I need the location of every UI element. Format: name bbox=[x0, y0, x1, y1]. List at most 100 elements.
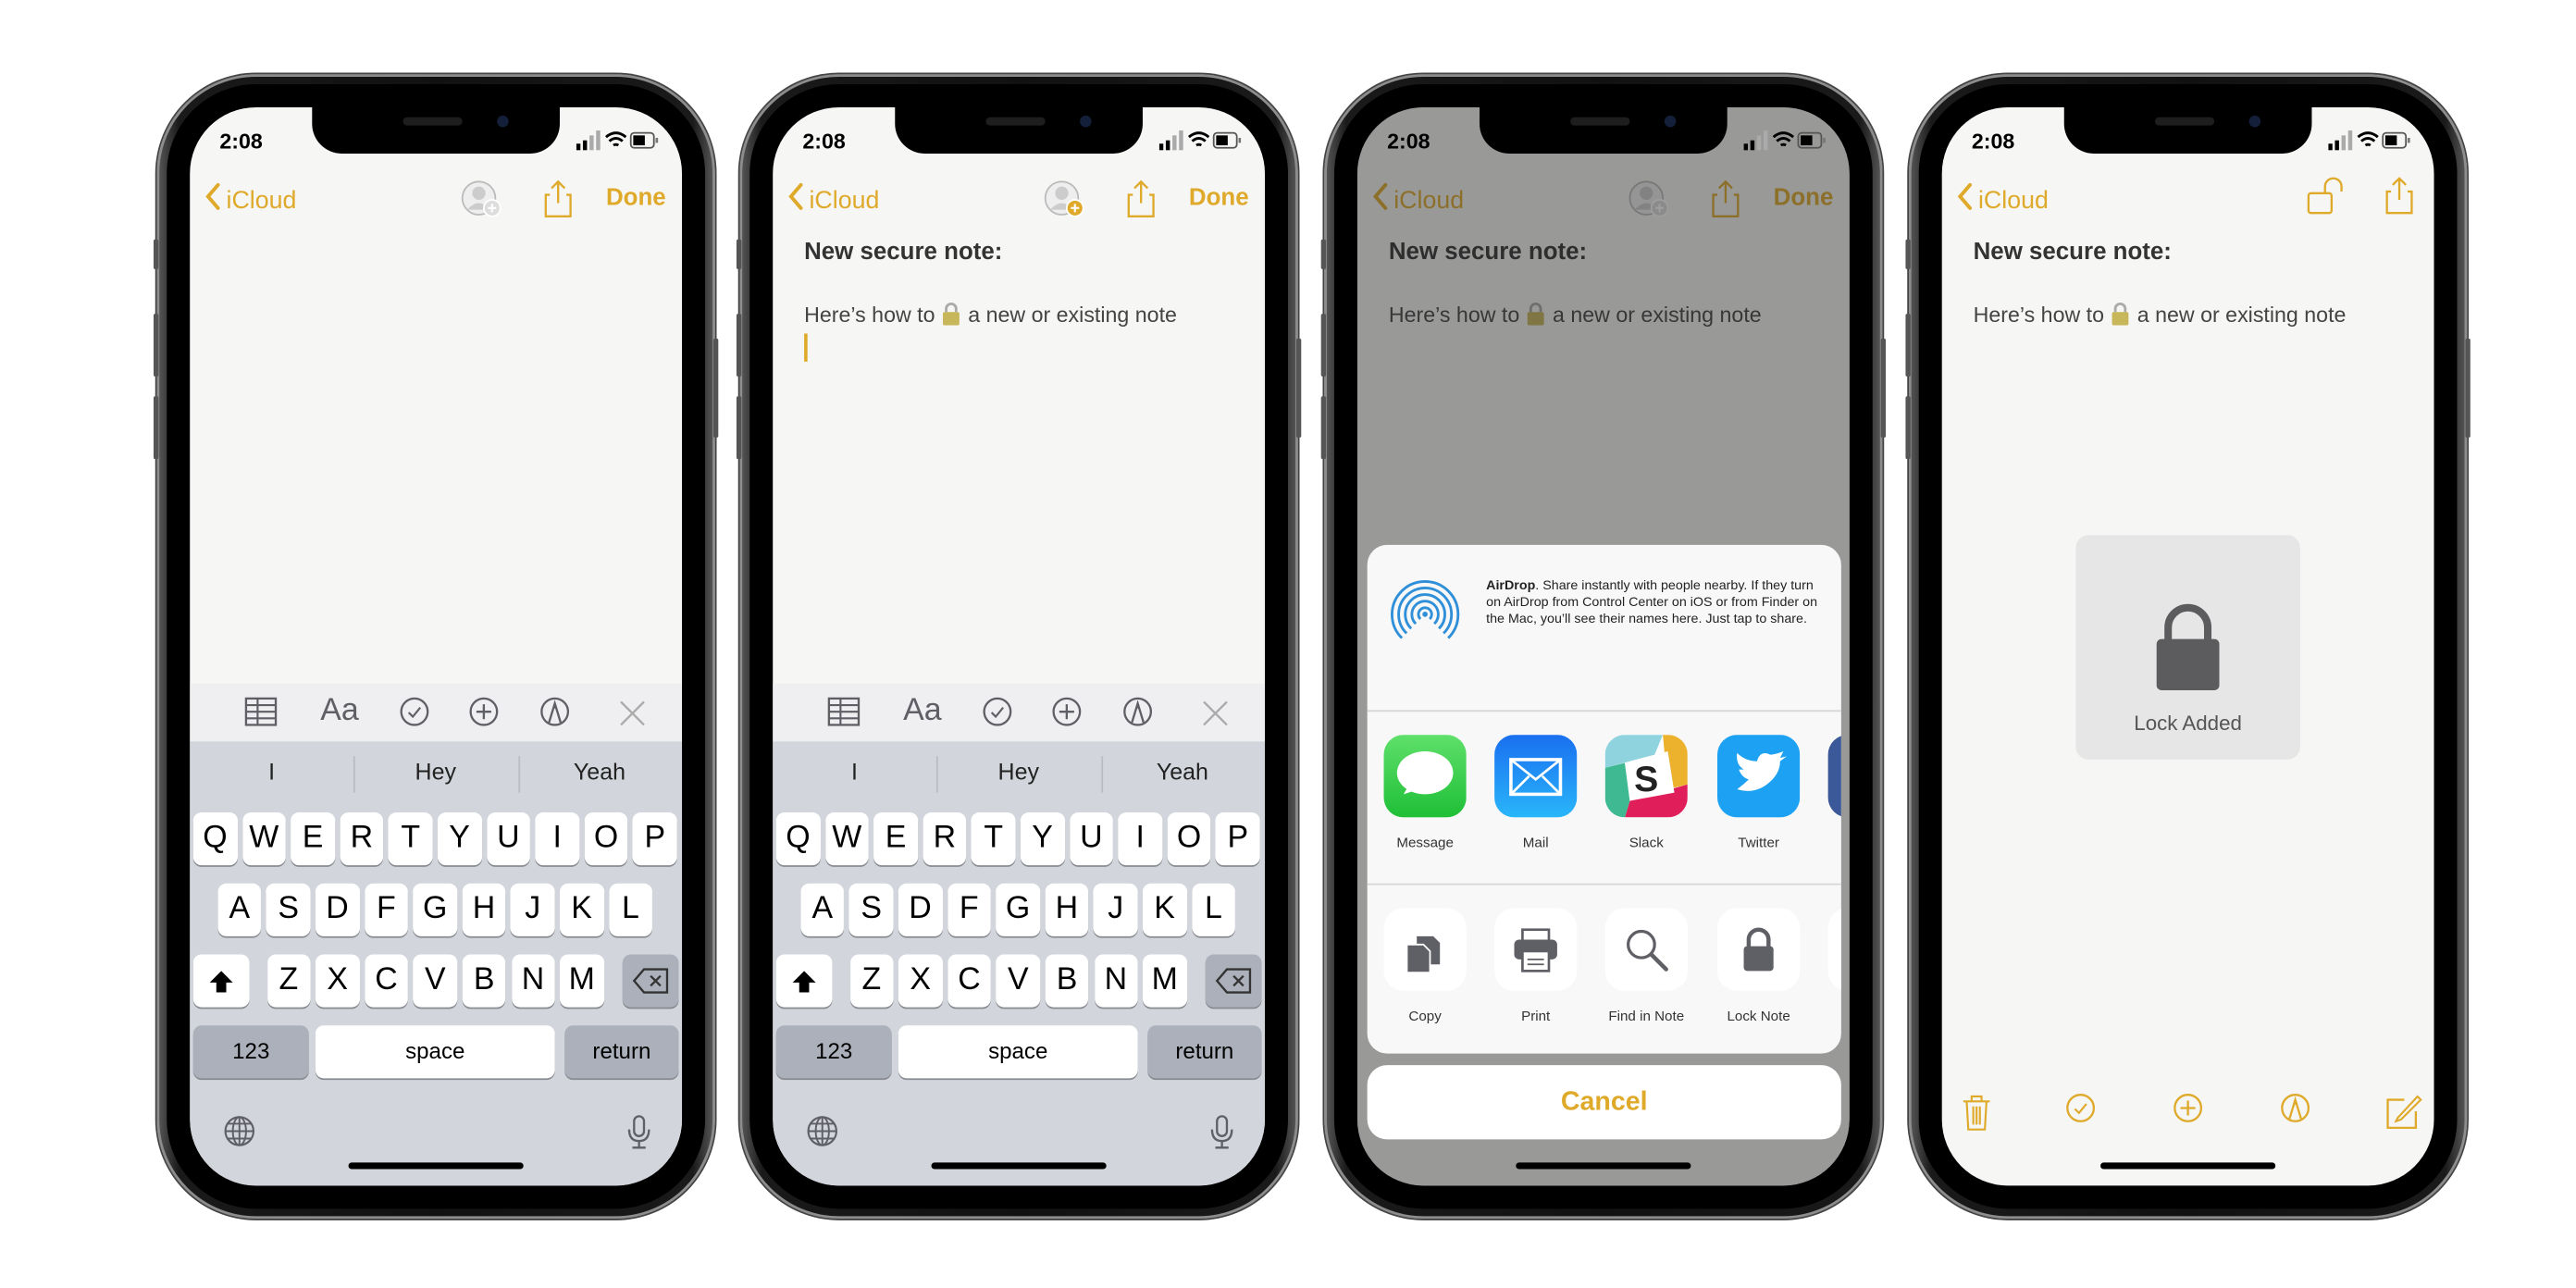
home-indicator[interactable] bbox=[1516, 1162, 1691, 1170]
key-i[interactable]: I bbox=[1118, 812, 1162, 866]
key-c[interactable]: C bbox=[947, 954, 992, 1008]
suggestion-i[interactable]: I bbox=[190, 758, 353, 785]
checklist-icon[interactable] bbox=[398, 695, 431, 737]
key-o[interactable]: O bbox=[1167, 812, 1211, 866]
markup-icon[interactable] bbox=[1121, 695, 1155, 737]
numbers-key[interactable]: 123 bbox=[192, 1025, 309, 1079]
print-icon[interactable] bbox=[1494, 908, 1578, 991]
microphone-icon[interactable] bbox=[625, 1115, 654, 1159]
key-v[interactable]: V bbox=[996, 954, 1040, 1008]
shift-key[interactable] bbox=[192, 954, 250, 1008]
key-f[interactable]: F bbox=[364, 883, 408, 936]
key-r[interactable]: R bbox=[340, 812, 384, 866]
key-t[interactable]: T bbox=[389, 812, 433, 866]
table-icon[interactable] bbox=[825, 695, 861, 737]
key-z[interactable]: Z bbox=[266, 954, 311, 1008]
add-people-icon[interactable] bbox=[1044, 180, 1086, 227]
markup-icon[interactable] bbox=[539, 695, 572, 737]
key-x[interactable]: X bbox=[898, 954, 943, 1008]
search-icon[interactable] bbox=[1604, 908, 1688, 991]
suggestion-hey[interactable]: Hey bbox=[353, 758, 517, 785]
space-key[interactable]: space bbox=[315, 1025, 555, 1079]
key-n[interactable]: N bbox=[1094, 954, 1138, 1008]
key-f[interactable]: F bbox=[947, 883, 991, 936]
key-q[interactable]: Q bbox=[192, 812, 238, 866]
suggestion-yeah[interactable]: Yeah bbox=[518, 758, 682, 785]
key-t[interactable]: T bbox=[972, 812, 1016, 866]
close-icon[interactable] bbox=[616, 697, 650, 738]
key-o[interactable]: O bbox=[584, 812, 628, 866]
add-people-icon[interactable] bbox=[461, 180, 503, 227]
table-icon[interactable] bbox=[242, 695, 279, 737]
return-key[interactable]: return bbox=[1147, 1025, 1262, 1079]
key-k[interactable]: K bbox=[559, 883, 604, 936]
key-w[interactable]: W bbox=[824, 812, 869, 866]
key-q[interactable]: Q bbox=[775, 812, 821, 866]
back-button[interactable]: iCloud bbox=[1955, 180, 2049, 220]
key-e[interactable]: E bbox=[291, 812, 335, 866]
add-icon[interactable] bbox=[1050, 695, 1084, 737]
numbers-key[interactable]: 123 bbox=[775, 1025, 892, 1079]
text-style-button[interactable]: Aa bbox=[903, 694, 941, 730]
copy-icon[interactable] bbox=[1383, 908, 1467, 991]
unlock-icon[interactable] bbox=[2305, 177, 2345, 223]
lines-icon[interactable] bbox=[1827, 908, 1841, 991]
key-l[interactable]: L bbox=[1191, 883, 1236, 936]
key-j[interactable]: J bbox=[511, 883, 555, 936]
back-button[interactable]: iCloud bbox=[786, 180, 879, 220]
trash-icon[interactable] bbox=[1957, 1092, 1997, 1140]
key-m[interactable]: M bbox=[560, 954, 604, 1008]
delete-key[interactable] bbox=[622, 954, 679, 1008]
text-style-button[interactable]: Aa bbox=[320, 694, 358, 730]
suggestion-hey[interactable]: Hey bbox=[936, 758, 1100, 785]
key-i[interactable]: I bbox=[535, 812, 579, 866]
key-m[interactable]: M bbox=[1143, 954, 1187, 1008]
home-indicator[interactable] bbox=[2100, 1162, 2276, 1170]
done-button[interactable]: Done bbox=[606, 185, 666, 212]
app-twitter-icon[interactable] bbox=[1716, 735, 1801, 818]
key-b[interactable]: B bbox=[462, 954, 506, 1008]
home-indicator[interactable] bbox=[931, 1162, 1107, 1170]
delete-key[interactable] bbox=[1205, 954, 1262, 1008]
key-z[interactable]: Z bbox=[849, 954, 894, 1008]
key-y[interactable]: Y bbox=[437, 812, 482, 866]
app-mail-icon[interactable] bbox=[1494, 735, 1578, 818]
checklist-icon[interactable] bbox=[2064, 1092, 2098, 1133]
key-w[interactable]: W bbox=[242, 812, 286, 866]
space-key[interactable]: space bbox=[898, 1025, 1138, 1079]
key-a[interactable]: A bbox=[800, 883, 845, 936]
suggestion-i[interactable]: I bbox=[773, 758, 936, 785]
key-c[interactable]: C bbox=[364, 954, 409, 1008]
add-icon[interactable] bbox=[467, 695, 501, 737]
key-x[interactable]: X bbox=[316, 954, 360, 1008]
key-n[interactable]: N bbox=[511, 954, 555, 1008]
key-g[interactable]: G bbox=[413, 883, 457, 936]
key-b[interactable]: B bbox=[1045, 954, 1089, 1008]
shift-key[interactable] bbox=[775, 954, 833, 1008]
done-button[interactable]: Done bbox=[1189, 185, 1249, 212]
key-j[interactable]: J bbox=[1094, 883, 1138, 936]
key-p[interactable]: P bbox=[1216, 812, 1260, 866]
cancel-button[interactable]: Cancel bbox=[1367, 1065, 1841, 1140]
key-s[interactable]: S bbox=[848, 883, 894, 936]
globe-icon[interactable] bbox=[223, 1115, 256, 1157]
key-y[interactable]: Y bbox=[1020, 812, 1065, 866]
key-h[interactable]: H bbox=[462, 883, 506, 936]
key-s[interactable]: S bbox=[266, 883, 311, 936]
key-h[interactable]: H bbox=[1045, 883, 1089, 936]
key-g[interactable]: G bbox=[996, 883, 1040, 936]
microphone-icon[interactable] bbox=[1208, 1115, 1237, 1159]
compose-icon[interactable] bbox=[2383, 1092, 2422, 1140]
return-key[interactable]: return bbox=[564, 1025, 679, 1079]
checklist-icon[interactable] bbox=[981, 695, 1014, 737]
lock-icon[interactable] bbox=[1716, 908, 1801, 991]
key-l[interactable]: L bbox=[608, 883, 653, 936]
suggestion-yeah[interactable]: Yeah bbox=[1101, 758, 1265, 785]
key-v[interactable]: V bbox=[413, 954, 457, 1008]
markup-icon[interactable] bbox=[2279, 1092, 2312, 1133]
key-a[interactable]: A bbox=[217, 883, 262, 936]
key-p[interactable]: P bbox=[633, 812, 677, 866]
key-e[interactable]: E bbox=[873, 812, 918, 866]
app-f-icon[interactable] bbox=[1827, 735, 1841, 818]
share-icon[interactable] bbox=[2384, 177, 2414, 223]
